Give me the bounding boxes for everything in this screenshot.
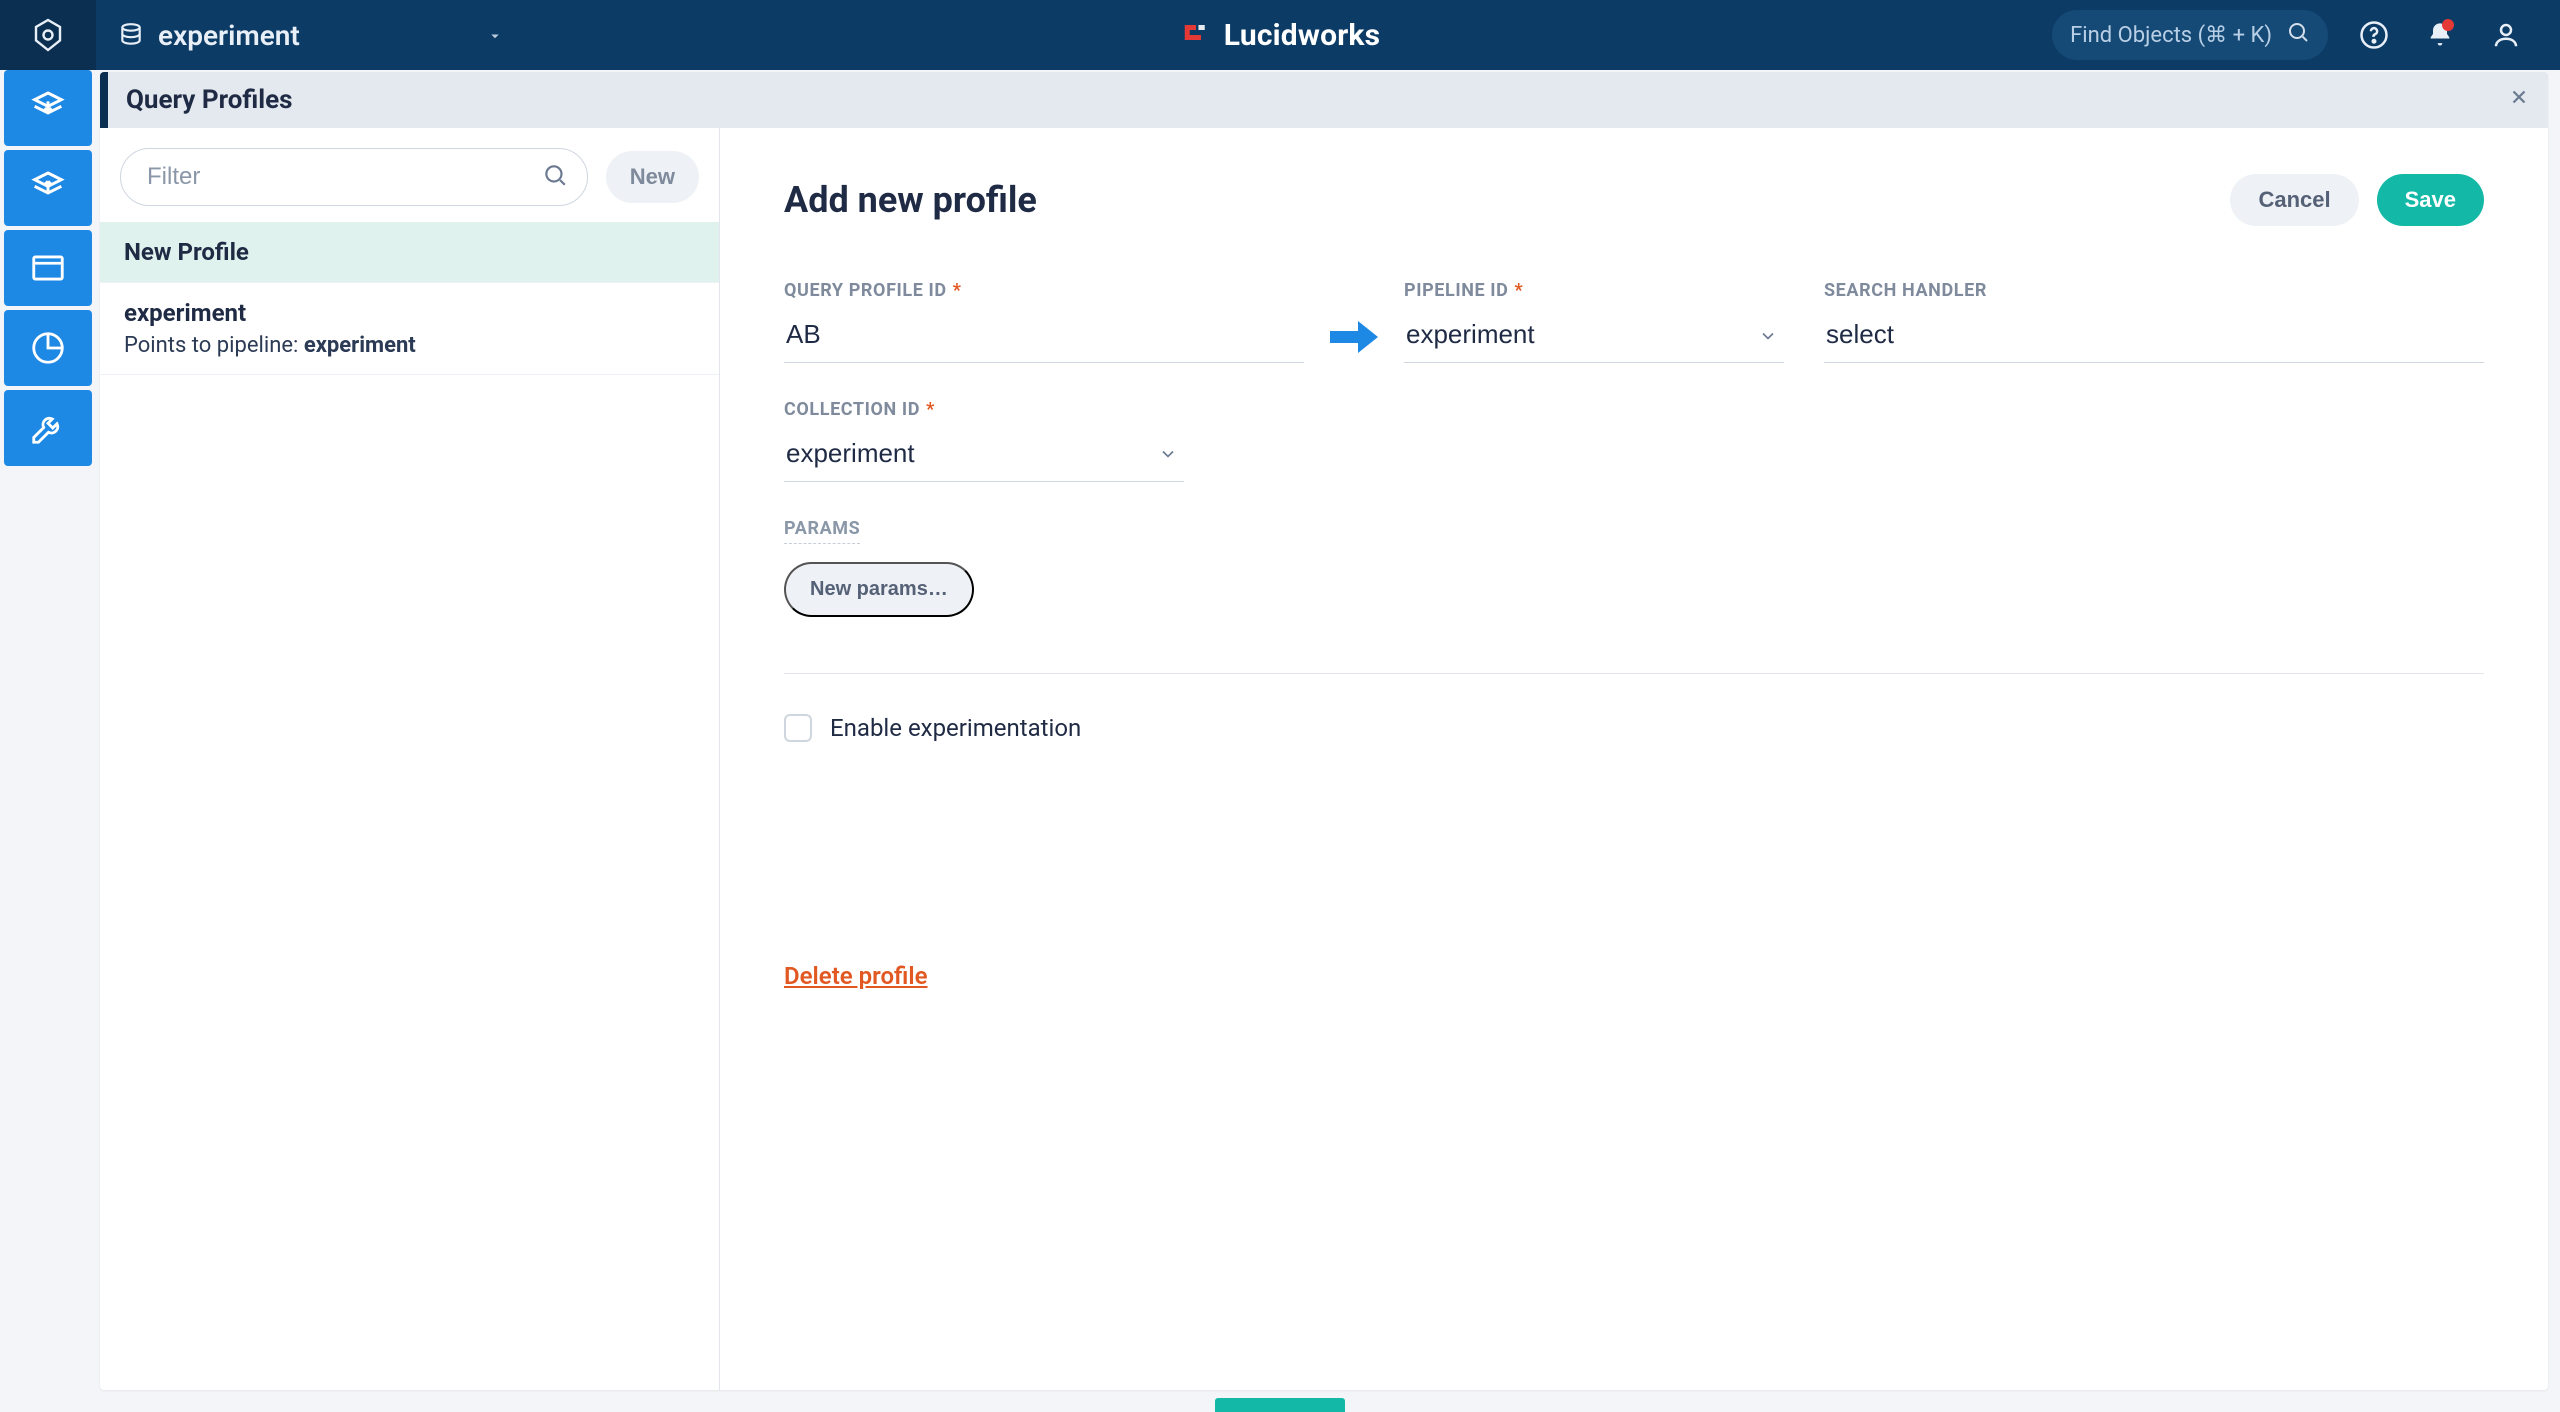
checkbox-label: Enable experimentation	[830, 714, 1081, 742]
field-search-handler: SEARCH HANDLER	[1824, 280, 2484, 363]
cancel-button[interactable]: Cancel	[2230, 174, 2358, 226]
rail-settings[interactable]	[4, 390, 92, 466]
close-icon	[2508, 86, 2530, 108]
new-params-button[interactable]: New params…	[784, 562, 974, 617]
help-icon	[2359, 20, 2389, 50]
account-button[interactable]	[2486, 15, 2526, 55]
notifications-button[interactable]	[2420, 15, 2460, 55]
brand: Lucidworks	[1180, 18, 1381, 53]
search-handler-input[interactable]	[1824, 311, 2484, 363]
layers-down-icon	[28, 88, 68, 128]
rail-ingest[interactable]	[4, 70, 92, 146]
help-button[interactable]	[2354, 15, 2394, 55]
arrow-icon	[1304, 317, 1404, 363]
field-label: QUERY PROFILE ID *	[784, 280, 1304, 301]
pipeline-id-select[interactable]	[1404, 311, 1784, 363]
divider	[784, 673, 2484, 674]
user-icon	[2491, 20, 2521, 50]
layers-up-icon	[28, 168, 68, 208]
hexagon-icon	[30, 17, 66, 53]
delete-profile-link[interactable]: Delete profile	[784, 962, 928, 990]
field-query-profile-id: QUERY PROFILE ID *	[784, 280, 1304, 363]
search-icon	[2286, 20, 2310, 50]
rail-query[interactable]	[4, 150, 92, 226]
brand-mark-icon	[1180, 20, 1210, 50]
brand-text: Lucidworks	[1224, 18, 1381, 53]
window-icon	[29, 249, 67, 287]
checkbox[interactable]	[784, 714, 812, 742]
panel: Query Profiles New	[100, 72, 2548, 1390]
list-item-subtitle: Points to pipeline: experiment	[124, 333, 695, 358]
wrench-icon	[29, 409, 67, 447]
list-item[interactable]: New Profile	[100, 222, 719, 283]
params-label: PARAMS	[784, 518, 860, 544]
panel-title: Query Profiles	[126, 85, 293, 115]
app-name: experiment	[158, 19, 300, 52]
sidebar-tools: New	[100, 128, 719, 218]
search-icon	[542, 162, 568, 192]
label-text: SEARCH HANDLER	[1824, 280, 1987, 301]
field-label: PIPELINE ID *	[1404, 280, 1784, 301]
field-collection-id: COLLECTION ID *	[784, 399, 1184, 482]
required-mark: *	[1514, 280, 1523, 301]
close-button[interactable]	[2508, 85, 2530, 115]
rail-collections[interactable]	[4, 230, 92, 306]
main: Add new profile Cancel Save QUERY PROFIL…	[720, 128, 2548, 1390]
list-item-sub-value: experiment	[304, 333, 416, 358]
panel-header: Query Profiles	[100, 72, 2548, 128]
field-label: COLLECTION ID *	[784, 399, 1184, 420]
profile-list: New Profile experiment Points to pipelin…	[100, 218, 719, 375]
notification-dot-icon	[2442, 19, 2454, 31]
field-label: SEARCH HANDLER	[1824, 280, 2484, 301]
panel-body: New New Profile experiment Points to pip…	[100, 128, 2548, 1390]
required-mark: *	[926, 399, 935, 420]
find-objects-label: Find Objects (⌘ + K)	[2070, 23, 2272, 48]
filter-input[interactable]	[120, 148, 588, 206]
left-rail	[0, 70, 96, 470]
pie-chart-icon	[29, 329, 67, 367]
database-icon	[118, 22, 144, 48]
enable-experimentation-row[interactable]: Enable experimentation	[784, 714, 2484, 742]
rail-analytics[interactable]	[4, 310, 92, 386]
page-title: Add new profile	[784, 179, 1037, 221]
label-text: COLLECTION ID	[784, 399, 920, 420]
sidebar: New New Profile experiment Points to pip…	[100, 128, 720, 1390]
list-item-sub-prefix: Points to pipeline:	[124, 333, 304, 358]
required-mark: *	[953, 280, 962, 301]
app-selector[interactable]: experiment	[96, 19, 526, 52]
query-profile-id-input[interactable]	[784, 311, 1304, 363]
list-item[interactable]: experiment Points to pipeline: experimen…	[100, 283, 719, 375]
filter-wrap	[120, 148, 588, 206]
label-text: QUERY PROFILE ID	[784, 280, 947, 301]
bottom-accent	[1215, 1398, 1345, 1412]
find-objects[interactable]: Find Objects (⌘ + K)	[2052, 10, 2328, 60]
new-button[interactable]: New	[606, 151, 699, 203]
chevron-down-icon	[1158, 444, 1178, 468]
main-header: Add new profile Cancel Save	[784, 174, 2484, 226]
collection-id-select[interactable]	[784, 430, 1184, 482]
form-row-1: QUERY PROFILE ID * PIPELINE ID *	[784, 280, 2484, 363]
caret-down-icon	[486, 19, 504, 52]
main-actions: Cancel Save	[2230, 174, 2484, 226]
app-root: experiment Lucidworks Find Objects (⌘ + …	[0, 0, 2560, 1412]
save-button[interactable]: Save	[2377, 174, 2484, 226]
chevron-down-icon	[1758, 326, 1778, 350]
product-logo[interactable]	[0, 0, 96, 70]
list-item-title: New Profile	[124, 238, 695, 266]
field-pipeline-id: PIPELINE ID *	[1404, 280, 1784, 363]
list-item-title: experiment	[124, 299, 695, 327]
topbar: experiment Lucidworks Find Objects (⌘ + …	[0, 0, 2560, 70]
topbar-right: Find Objects (⌘ + K)	[2052, 10, 2560, 60]
label-text: PIPELINE ID	[1404, 280, 1508, 301]
